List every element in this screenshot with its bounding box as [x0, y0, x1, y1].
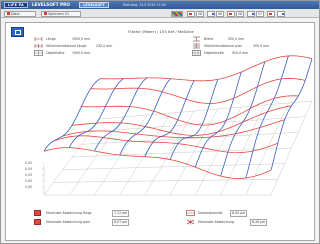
param-length: Länge 1995,0 mm [34, 36, 124, 42]
red-swatch-icon [34, 210, 41, 216]
grid-line [81, 132, 299, 145]
z-axis-label: 0,00 [25, 179, 32, 183]
save-button[interactable]: Speichern 01 [41, 10, 81, 17]
value-field-4[interactable]: 07 [256, 10, 264, 17]
help-icon[interactable] [277, 10, 285, 17]
grid-icon[interactable] [207, 10, 215, 17]
tab-levelsoft[interactable]: LEVELSOFT [79, 2, 109, 8]
longitudinal-profile-line [90, 77, 306, 104]
color-scale-icon[interactable] [171, 10, 183, 17]
save-icon [44, 12, 47, 15]
print-icon[interactable] [247, 10, 255, 17]
grid-line [62, 163, 285, 170]
grid-line [90, 116, 306, 132]
param-width: Breite 920,0 mm [192, 36, 282, 42]
length-dimension-icon [34, 37, 43, 41]
transverse-profile-line [144, 80, 195, 157]
file-icon [7, 12, 10, 15]
page-title: Fläche (Meter) / 155 tief / Meßlinie [128, 29, 194, 34]
param-object-width: Objektbreite 920,0 mm [192, 50, 282, 56]
flatness-icon [186, 210, 195, 216]
legend-max-deviation: Maximale Abweichung 8,40 µm [186, 218, 306, 226]
value-field-2[interactable]: 06 [216, 10, 224, 17]
z-axis-label: 0,00 [25, 161, 32, 165]
legend-max-deviation-longitudinal: Maximale Abweichung längs 7,12 µm [34, 209, 154, 217]
chart-icon[interactable] [187, 10, 195, 17]
max-deviation-icon [186, 219, 195, 225]
toolbar: Datei Speichern 01 08 06 08 07 [1, 9, 319, 18]
workspace-panel: 0,00 0,00 0,00 0,00 0,00 Fläche (Meter) / 15… [5, 22, 315, 241]
param-object-height: Objekthöhe 1995,0 mm [34, 50, 124, 56]
param-support-spacing-length: Stützlinienabstand Länge 230,0 mm [34, 43, 124, 49]
zoom-icon[interactable] [227, 10, 235, 17]
legend-max-deviation-transverse: Maximale Abweichung quer 8,07 µm [34, 218, 154, 226]
z-axis-label: 0,00 [25, 185, 32, 189]
transverse-profile-line [270, 58, 313, 171]
z-axis-label: 0,00 [25, 173, 32, 177]
date-time-info: Dienstag, 24.5.2016 11:04 [123, 3, 166, 7]
param-support-spacing-transverse: Stützlinienabstand quer 300,0 mm [192, 43, 282, 49]
title-bar: LIFE PA LEVELSOFT PRO LEVELSOFT Dienstag… [1, 1, 319, 9]
object-grid-icon [34, 50, 43, 56]
transverse-profile-line [43, 78, 101, 152]
app-logo: LIFE PA [4, 2, 28, 8]
value-field-1[interactable]: 08 [196, 10, 204, 17]
settings-icon[interactable] [267, 10, 275, 17]
spacing-icon [34, 44, 43, 48]
red-swatch-icon [34, 219, 41, 225]
object-width-grid-icon [192, 50, 201, 56]
app-title: LEVELSOFT PRO [32, 2, 70, 7]
transverse-spacing-icon [193, 43, 200, 49]
file-button[interactable]: Datei [4, 10, 36, 17]
value-field-3[interactable]: 08 [236, 10, 244, 17]
legend-total-flatness: Gesamtplanität 6,00 µm [186, 209, 306, 217]
app-window: LIFE PA LEVELSOFT PRO LEVELSOFT Dienstag… [0, 0, 320, 244]
grid-line [53, 179, 278, 183]
longitudinal-profile-line [99, 55, 313, 82]
width-dimension-icon [193, 36, 200, 42]
z-axis-label: 0,00 [25, 167, 32, 171]
